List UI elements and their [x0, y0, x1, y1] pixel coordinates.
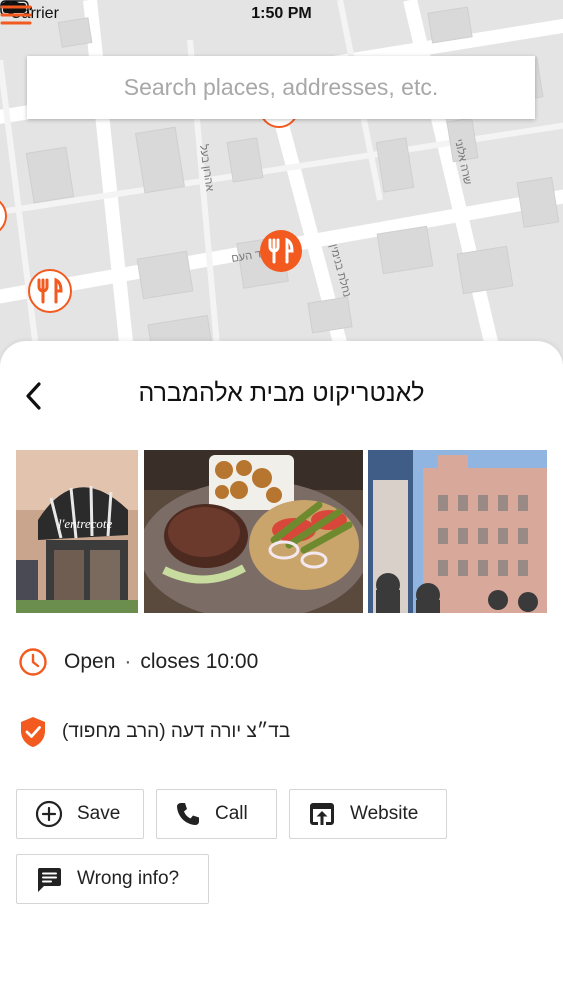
website-button[interactable]: Website [289, 789, 447, 839]
phone-icon [177, 803, 199, 825]
call-button[interactable]: Call [156, 789, 277, 839]
open-in-browser-icon [310, 803, 334, 825]
website-button-label: Website [350, 803, 419, 824]
photo-building[interactable] [368, 450, 547, 613]
place-title: לאנטריקוט מבית אלהמברה [138, 379, 425, 407]
status-bar: Carrier 1:50 PM [0, 0, 563, 30]
storefront-sign-text: l'entrecote [58, 516, 113, 531]
add-circle-icon [35, 800, 63, 828]
search-input[interactable]: Search places, addresses, etc. [27, 56, 535, 119]
kosher-row: בד״צ יורה דעה (הרב מחפוד) [18, 715, 545, 749]
restaurant-marker[interactable] [27, 268, 73, 314]
clock: 1:50 PM [251, 5, 312, 22]
wrong-info-button-label: Wrong info? [77, 868, 180, 889]
open-status: Open [64, 650, 116, 673]
map-view[interactable]: אחד העם אהרון בעל נחלת בנימין שרה אלוני … [0, 0, 563, 380]
opening-hours-row: Open · closes 10:00 [18, 645, 545, 679]
wrong-info-button[interactable]: Wrong info? [16, 854, 209, 904]
restaurant-marker-partial[interactable] [0, 196, 9, 236]
hamburger-menu-icon[interactable] [0, 0, 32, 32]
back-chevron-icon[interactable] [20, 379, 48, 413]
shield-check-icon [21, 717, 45, 747]
place-details-sheet: לאנטריקוט מבית אלהמברה l'entrecote Open … [0, 341, 563, 1000]
feedback-icon [37, 868, 61, 892]
separator-dot: · [124, 650, 132, 673]
clock-icon [19, 648, 47, 676]
kosher-certification: בד״צ יורה דעה (הרב מחפוד) [62, 721, 291, 742]
restaurant-marker-selected[interactable] [259, 229, 303, 273]
search-placeholder: Search places, addresses, etc. [123, 74, 439, 100]
save-button-label: Save [77, 803, 121, 824]
photo-storefront[interactable]: l'entrecote [16, 450, 138, 613]
closing-time: closes 10:00 [140, 650, 259, 673]
photo-burger[interactable] [144, 450, 363, 613]
save-button[interactable]: Save [16, 789, 144, 839]
call-button-label: Call [215, 803, 248, 824]
